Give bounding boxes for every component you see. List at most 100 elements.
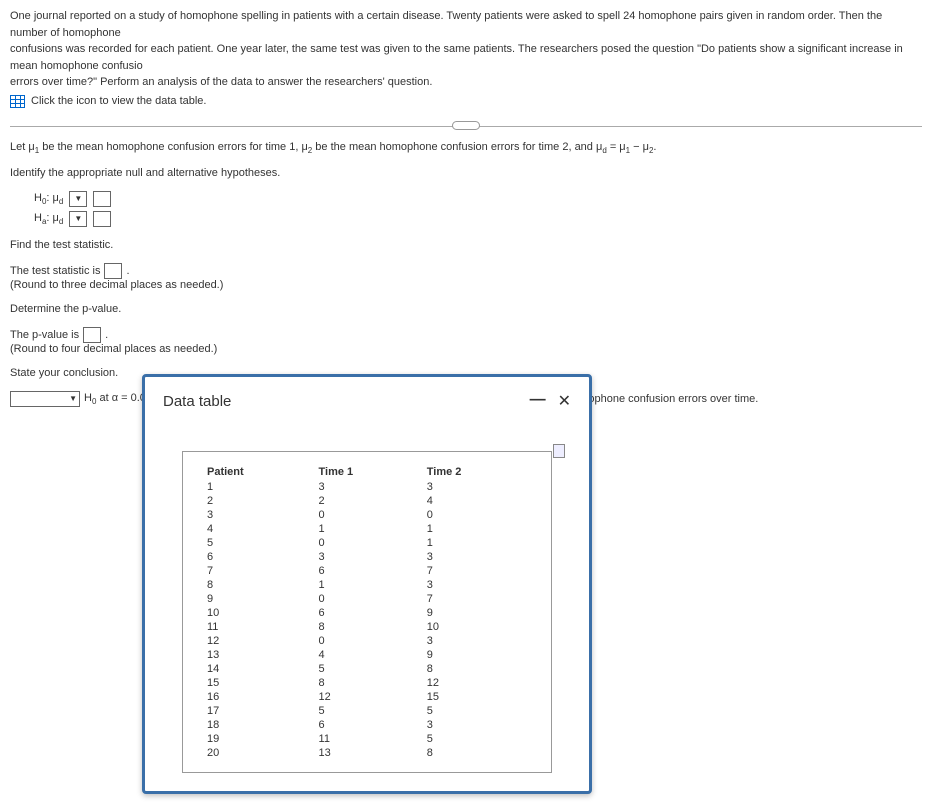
table-cell: 8 bbox=[315, 676, 423, 690]
table-cell: 6 bbox=[203, 550, 315, 564]
table-cell: 3 bbox=[423, 480, 531, 494]
def-text: = μ bbox=[607, 141, 626, 153]
table-cell: 4 bbox=[423, 494, 531, 508]
table-cell: 9 bbox=[203, 592, 315, 606]
table-row: 633 bbox=[203, 550, 531, 564]
data-table-icon[interactable] bbox=[10, 95, 25, 108]
close-icon[interactable]: ✕ bbox=[558, 391, 571, 411]
table-cell: 5 bbox=[315, 704, 423, 718]
table-cell: 0 bbox=[315, 508, 423, 522]
table-row: 1863 bbox=[203, 718, 531, 732]
table-cell: 3 bbox=[315, 550, 423, 564]
def-text: Let μ bbox=[10, 141, 35, 153]
table-cell: 5 bbox=[315, 662, 423, 676]
table-cell: 5 bbox=[423, 732, 531, 746]
table-cell: 2 bbox=[203, 494, 315, 508]
divider-handle-icon[interactable] bbox=[452, 121, 480, 130]
pvalue-heading: Determine the p-value. bbox=[10, 303, 922, 315]
table-cell: 3 bbox=[423, 634, 531, 648]
table-cell: 1 bbox=[315, 578, 423, 592]
data-table-modal: Data table — ✕ Patient Time 1 Time 2 133… bbox=[142, 374, 592, 794]
test-statistic-input[interactable] bbox=[104, 263, 122, 279]
pvalue-input[interactable] bbox=[83, 327, 101, 343]
table-row: 161215 bbox=[203, 690, 531, 704]
table-cell: 0 bbox=[315, 536, 423, 550]
copy-icon[interactable] bbox=[553, 444, 565, 458]
table-cell: 6 bbox=[315, 606, 423, 620]
def-text: − μ bbox=[630, 141, 649, 153]
ha-value-input[interactable] bbox=[93, 211, 111, 227]
table-cell: 2 bbox=[315, 494, 423, 508]
table-row: 19115 bbox=[203, 732, 531, 746]
table-cell: 10 bbox=[423, 620, 531, 634]
h0-value-input[interactable] bbox=[93, 191, 111, 207]
col-header-time1: Time 1 bbox=[315, 464, 423, 480]
table-cell: 12 bbox=[203, 634, 315, 648]
table-cell: 13 bbox=[315, 746, 423, 760]
problem-line-2: confusions was recorded for each patient… bbox=[10, 43, 903, 72]
table-cell: 3 bbox=[423, 578, 531, 592]
table-cell: 11 bbox=[203, 620, 315, 634]
table-cell: 3 bbox=[203, 508, 315, 522]
ha-row: Ha: μd ▼ bbox=[34, 211, 922, 227]
table-row: 501 bbox=[203, 536, 531, 550]
h-letter: H bbox=[34, 192, 42, 204]
table-cell: 11 bbox=[315, 732, 423, 746]
mu-sub: d bbox=[59, 197, 63, 206]
table-cell: 15 bbox=[423, 690, 531, 704]
h0-row: H0: μd ▼ bbox=[34, 191, 922, 207]
table-cell: 1 bbox=[315, 522, 423, 536]
table-cell: 9 bbox=[423, 648, 531, 662]
table-cell: 3 bbox=[423, 550, 531, 564]
def-text: be the mean homophone confusion errors f… bbox=[312, 141, 602, 153]
col-header-patient: Patient bbox=[203, 464, 315, 480]
conclusion-decision-select[interactable]: ▼ bbox=[10, 391, 80, 407]
table-cell: 1 bbox=[203, 480, 315, 494]
col-header-time2: Time 2 bbox=[423, 464, 531, 480]
table-row: 907 bbox=[203, 592, 531, 606]
table-cell: 7 bbox=[423, 592, 531, 606]
table-cell: 6 bbox=[315, 564, 423, 578]
table-cell: 10 bbox=[203, 606, 315, 620]
table-cell: 5 bbox=[203, 536, 315, 550]
table-cell: 19 bbox=[203, 732, 315, 746]
table-cell: 1 bbox=[423, 522, 531, 536]
h0-operator-select[interactable]: ▼ bbox=[69, 191, 87, 207]
table-cell: 8 bbox=[423, 662, 531, 676]
table-cell: 7 bbox=[423, 564, 531, 578]
table-cell: 0 bbox=[423, 508, 531, 522]
problem-statement: One journal reported on a study of homop… bbox=[10, 8, 922, 91]
table-cell: 3 bbox=[315, 480, 423, 494]
problem-line-3: errors over time?" Perform an analysis o… bbox=[10, 76, 432, 88]
table-cell: 12 bbox=[315, 690, 423, 704]
def-text: . bbox=[653, 141, 656, 153]
table-cell: 13 bbox=[203, 648, 315, 662]
table-row: 224 bbox=[203, 494, 531, 508]
table-cell: 18 bbox=[203, 718, 315, 732]
minimize-icon[interactable]: — bbox=[530, 391, 546, 411]
definitions-text: Let μ1 be the mean homophone confusion e… bbox=[10, 141, 922, 155]
c-text: H bbox=[84, 392, 92, 404]
data-table: Patient Time 1 Time 2 133224300411501633… bbox=[203, 464, 531, 760]
table-row: 1069 bbox=[203, 606, 531, 620]
h0-label: H0: μd bbox=[34, 192, 63, 206]
table-row: 1349 bbox=[203, 648, 531, 662]
table-row: 813 bbox=[203, 578, 531, 592]
table-cell: 1 bbox=[423, 536, 531, 550]
table-row: 20138 bbox=[203, 746, 531, 760]
ha-label: Ha: μd bbox=[34, 212, 63, 226]
table-cell: 8 bbox=[423, 746, 531, 760]
table-cell: 7 bbox=[203, 564, 315, 578]
table-row: 1458 bbox=[203, 662, 531, 676]
table-cell: 0 bbox=[315, 592, 423, 606]
data-table-container: Patient Time 1 Time 2 133224300411501633… bbox=[182, 451, 552, 773]
table-cell: 8 bbox=[203, 578, 315, 592]
table-cell: 16 bbox=[203, 690, 315, 704]
pvalue-label: The p-value is bbox=[10, 329, 79, 341]
modal-title: Data table bbox=[163, 393, 231, 410]
table-cell: 0 bbox=[315, 634, 423, 648]
table-cell: 4 bbox=[315, 648, 423, 662]
problem-line-1: One journal reported on a study of homop… bbox=[10, 10, 882, 39]
click-icon-text: Click the icon to view the data table. bbox=[31, 95, 206, 107]
ha-operator-select[interactable]: ▼ bbox=[69, 211, 87, 227]
